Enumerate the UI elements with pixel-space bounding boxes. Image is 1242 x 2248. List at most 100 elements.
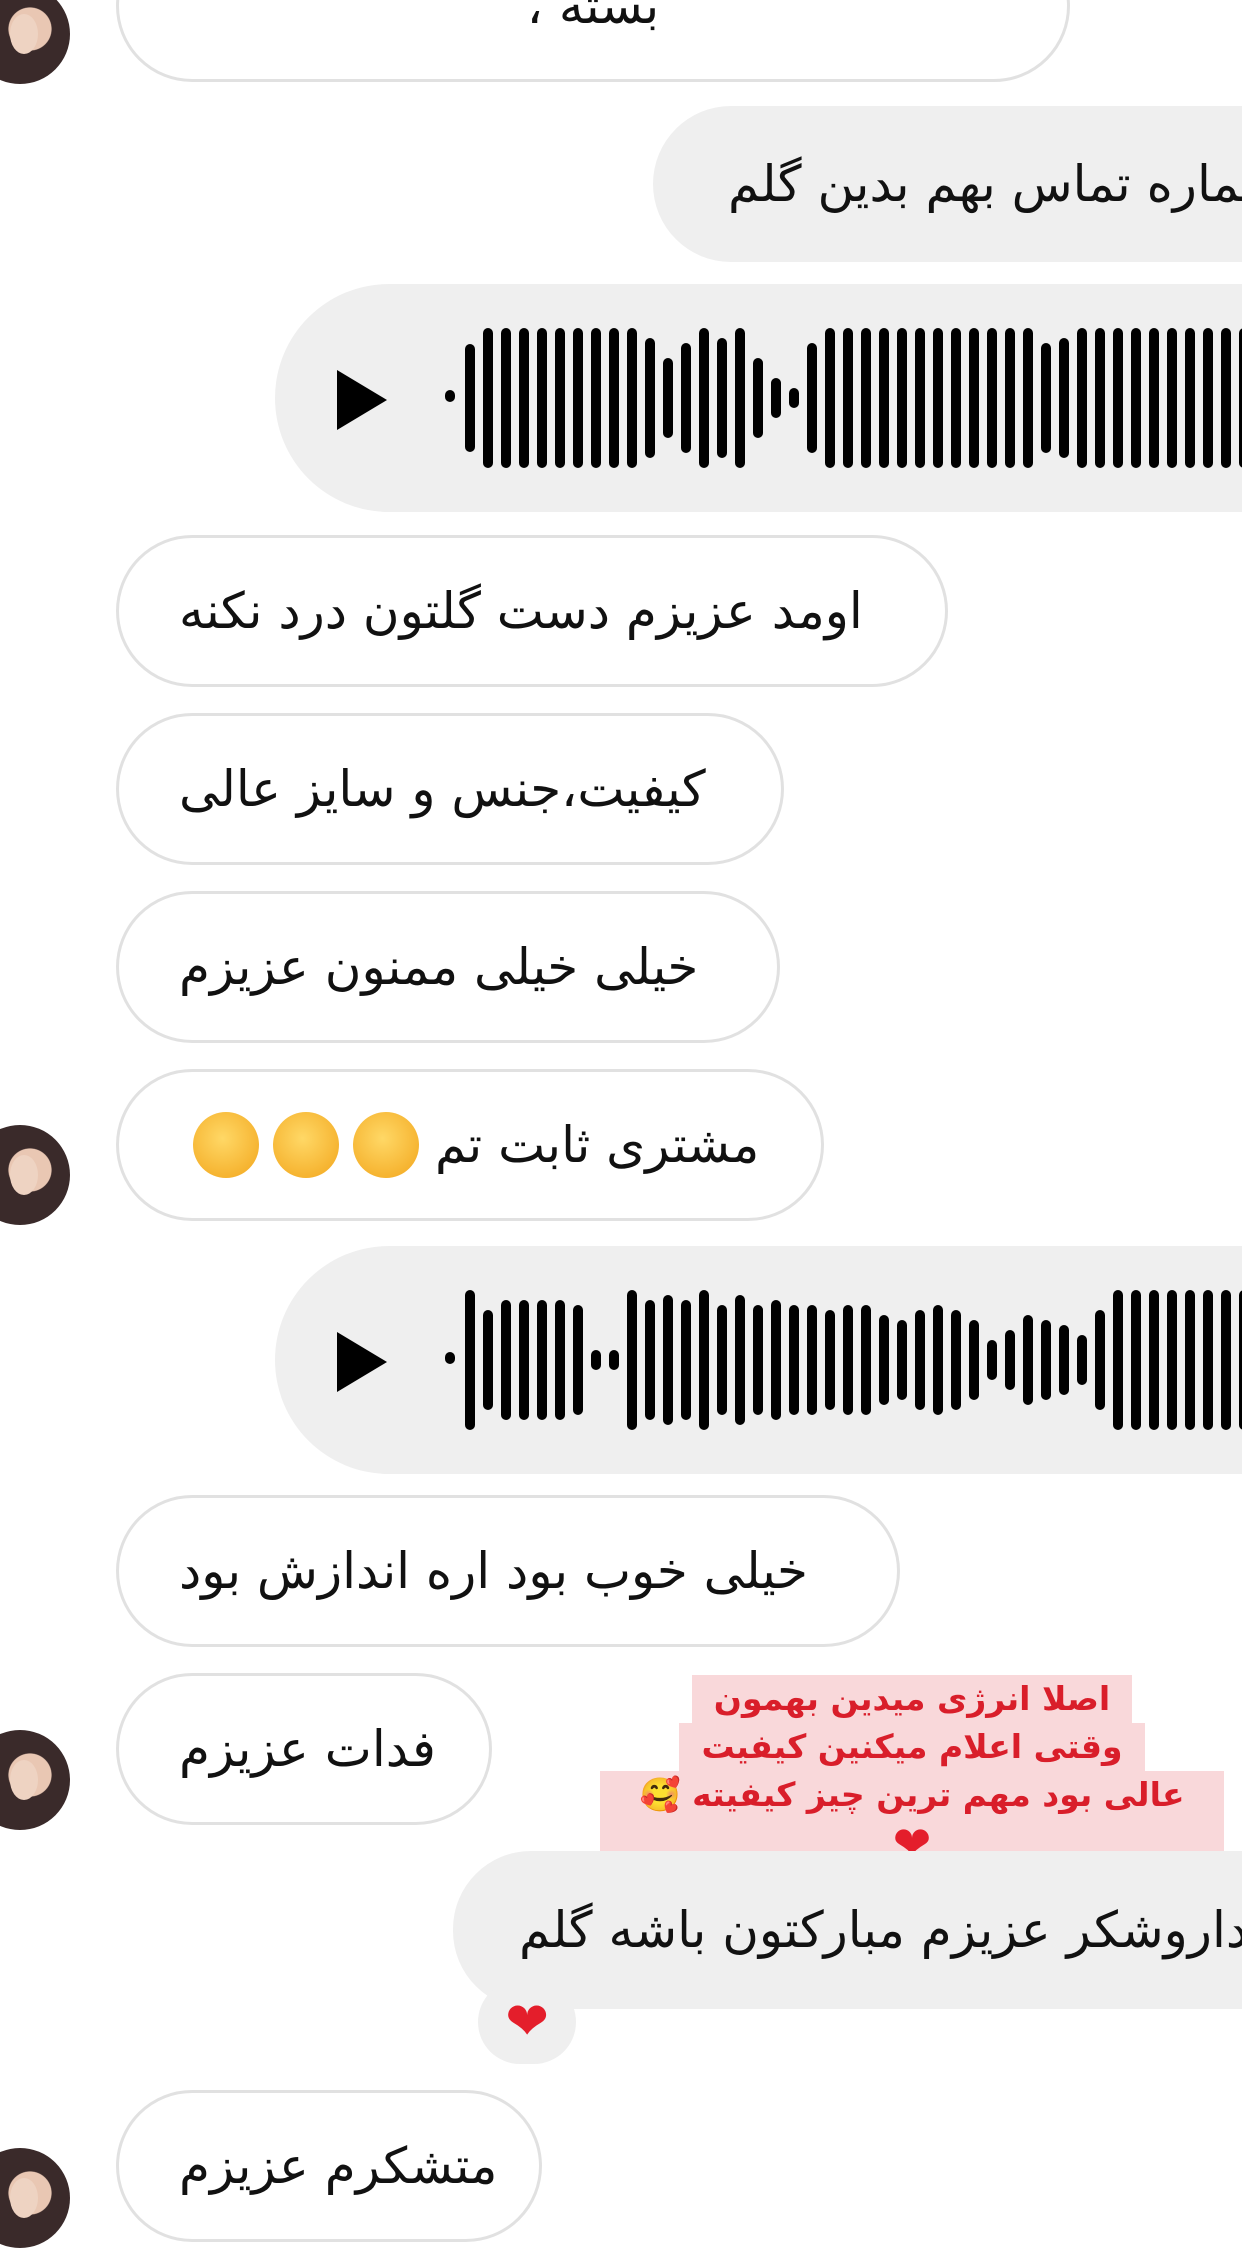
waveform-bar	[1149, 328, 1159, 468]
waveform-bar	[879, 328, 889, 468]
waveform-bar	[1023, 328, 1033, 468]
outgoing-voice-message[interactable]	[275, 1246, 1242, 1474]
waveform-bar	[1203, 328, 1213, 468]
waveform-bar	[501, 328, 511, 468]
play-icon[interactable]	[337, 370, 387, 430]
waveform-bar	[1077, 328, 1087, 468]
outgoing-voice-message[interactable]	[275, 284, 1242, 512]
sticker-line: عالی بود مهم ترین چیز کیفیته	[692, 1775, 1185, 1814]
message-text: شماره تماس بهم بدین گلم	[727, 155, 1242, 213]
outgoing-message[interactable]: خداروشکر عزیزم مبارکتون باشه گلم	[453, 1851, 1242, 2009]
message-text: خیلی خوب بود اره اندازش بود	[179, 1542, 808, 1600]
waveform-bar	[735, 1295, 745, 1425]
waveform-bar	[897, 1320, 907, 1400]
waveform-bar	[789, 1305, 799, 1415]
waveform-bar	[753, 358, 763, 438]
wink-face-emoji	[353, 1112, 419, 1178]
waveform-bar	[699, 328, 709, 468]
waveform-bar	[1023, 1315, 1033, 1405]
sticker-line: اصلا انرژی میدین بهمون	[691, 1675, 1133, 1723]
message-text: فدات عزیزم	[179, 1720, 436, 1778]
waveform-bar	[771, 1300, 781, 1420]
message-text: خداروشکر عزیزم مبارکتون باشه گلم	[518, 1901, 1242, 1959]
incoming-message[interactable]: مشتری ثابت تم	[116, 1069, 824, 1221]
reaction-badge[interactable]: ❤	[478, 1980, 576, 2064]
contact-avatar[interactable]	[0, 0, 70, 84]
waveform-bar	[1041, 343, 1051, 453]
wink-face-emoji	[273, 1112, 339, 1178]
incoming-message[interactable]: خیلی خوب بود اره اندازش بود	[116, 1495, 900, 1647]
incoming-message[interactable]: اومد عزیزم دست گلتون درد نکنه	[116, 535, 948, 687]
waveform-bar	[681, 1300, 691, 1420]
message-text: خیلی خیلی ممنون عزیزم	[179, 938, 699, 996]
waveform-bar	[663, 358, 673, 438]
waveform-bar	[1221, 1290, 1231, 1430]
waveform-bar	[537, 328, 547, 468]
smiling-hearts-emoji: 🥰	[639, 1775, 681, 1814]
waveform-bar	[627, 1290, 637, 1430]
waveform-bar	[573, 1305, 583, 1415]
waveform-bar	[645, 1300, 655, 1420]
waveform-bar	[807, 1305, 817, 1415]
waveform-bar	[627, 328, 637, 468]
incoming-message[interactable]: بسته ،	[116, 0, 1070, 82]
waveform-bar	[1005, 1330, 1015, 1390]
incoming-message[interactable]: فدات عزیزم	[116, 1673, 492, 1825]
incoming-message[interactable]: خیلی خیلی ممنون عزیزم	[116, 891, 780, 1043]
waveform-bar	[861, 328, 871, 468]
waveform-bar	[483, 328, 493, 468]
waveform-bar	[555, 1300, 565, 1420]
waveform-bar	[861, 1305, 871, 1415]
waveform-bar	[987, 328, 997, 468]
waveform-bar	[897, 328, 907, 468]
waveform-bar	[789, 388, 799, 408]
waveform-bar	[825, 1310, 835, 1410]
message-text: اومد عزیزم دست گلتون درد نکنه	[179, 582, 863, 640]
waveform-bar	[1113, 1290, 1123, 1430]
waveform-bar	[537, 1300, 547, 1420]
waveform-bar	[717, 1305, 727, 1415]
incoming-message[interactable]: متشکرم عزیزم	[116, 2090, 542, 2242]
waveform-bar	[1005, 328, 1015, 468]
waveform-bar	[1059, 338, 1069, 458]
sticker-line: وقتی اعلام میکنین کیفیت	[679, 1723, 1145, 1771]
waveform-bar	[843, 328, 853, 468]
waveform-bar	[1041, 1320, 1051, 1400]
waveform-bar	[1077, 1335, 1087, 1385]
waveform-bar	[915, 328, 925, 468]
waveform-bar	[591, 328, 601, 468]
waveform-bar	[1167, 328, 1177, 468]
waveform-bar	[1149, 1290, 1159, 1430]
outgoing-message[interactable]: شماره تماس بهم بدین گلم	[653, 106, 1242, 262]
waveform-bar	[1167, 1290, 1177, 1430]
waveform-bar	[1095, 1310, 1105, 1410]
message-text: کیفیت،جنس و سایز عالی	[179, 760, 706, 818]
waveform-bar	[969, 328, 979, 468]
waveform-bar	[933, 328, 943, 468]
waveform-bar	[771, 378, 781, 418]
waveform-bar	[1131, 328, 1141, 468]
waveform-bar	[753, 1305, 763, 1415]
waveform-bar	[465, 344, 475, 452]
waveform-bar	[843, 1305, 853, 1415]
message-text: بسته ،	[526, 0, 660, 35]
waveform-bar	[1095, 328, 1105, 468]
contact-avatar[interactable]	[0, 1125, 70, 1225]
waveform-bar	[825, 328, 835, 468]
contact-avatar[interactable]	[0, 1730, 70, 1830]
waveform-bar	[645, 338, 655, 458]
waveform-bar	[1221, 328, 1231, 468]
waveform-bar	[807, 343, 817, 453]
waveform-bar	[969, 1320, 979, 1400]
incoming-message[interactable]: کیفیت،جنس و سایز عالی	[116, 713, 784, 865]
caption-sticker: اصلا انرژی میدین بهمون وقتی اعلام میکنین…	[600, 1675, 1224, 1872]
waveform-bar	[573, 328, 583, 468]
waveform-bar	[1185, 328, 1195, 468]
waveform-bar	[519, 328, 529, 468]
waveform-bar	[879, 1315, 889, 1405]
message-text: مشتری ثابت تم	[435, 1116, 760, 1174]
waveform-bar	[951, 1310, 961, 1410]
play-icon[interactable]	[337, 1332, 387, 1392]
contact-avatar[interactable]	[0, 2148, 70, 2248]
waveform-bar	[699, 1290, 709, 1430]
